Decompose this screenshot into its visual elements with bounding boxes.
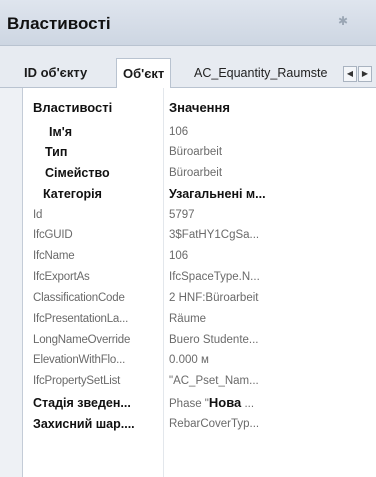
property-name: ElevationWithFlo... [33,354,126,366]
property-name: IfcPropertySetList [33,375,121,387]
header-value: Значення [169,100,230,115]
value-bold: Нова [208,395,242,410]
table-row[interactable]: IfcExportAs IfcSpaceType.N... [23,267,376,287]
tab-object[interactable]: Об'єкт [116,58,172,89]
table-row[interactable]: Ім'я 106 [23,122,376,142]
property-value: 106 [169,126,189,138]
value-suffix: ... [241,398,255,410]
property-value: IfcSpaceType.N... [169,271,260,283]
title-bar: Властивості ✱ [0,0,376,46]
property-value: 106 [169,250,189,262]
property-name: Сімейство [45,166,110,180]
property-value: Büroarbeit [169,167,223,179]
property-value: Räume [169,313,207,325]
pin-icon[interactable]: ✱ [336,14,350,28]
value-prefix: Phase " [169,398,209,410]
property-value: Büroarbeit [169,146,223,158]
header-name: Властивості [33,100,113,115]
property-name: Ім'я [49,125,72,139]
property-value: 2 HNF:Büroarbeit [169,292,259,304]
property-name: Тип [45,145,68,159]
property-value: 0.000 м [169,354,209,366]
property-value: Buero Studente... [169,334,259,346]
table-row[interactable]: Стадія зведен... Phase "Нова ... [23,393,376,413]
property-name: Захисний шар.... [33,417,135,431]
property-value: RebarCoverTyp... [169,418,260,430]
table-row[interactable]: Сімейство Büroarbeit [23,163,376,183]
grid-header-row: Властивості Значення [23,98,376,118]
table-row[interactable]: ClassificationCode 2 HNF:Büroarbeit [23,288,376,308]
property-name: IfcGUID [33,229,73,241]
property-name: IfcPresentationLa... [33,313,129,325]
table-row[interactable]: Id 5797 [23,205,376,225]
tab-object-id[interactable]: ID об'єкту [18,58,93,88]
tab-scroll-left-icon[interactable]: ◀ [343,66,357,82]
property-grid: Властивості Значення Ім'я 106 Тип Büroar… [22,88,376,477]
tab-scroll-right-icon[interactable]: ▶ [358,66,372,82]
panel-title: Властивості [7,14,111,33]
tab-strip: ID об'єкту Об'єкт AC_Equantity_Raumste ◀… [0,46,376,89]
property-value: "AC_Pset_Nam... [169,375,259,387]
table-row[interactable]: IfcPresentationLa... Räume [23,309,376,329]
property-value: Phase "Нова ... [169,393,369,414]
table-row[interactable]: IfcName 106 [23,246,376,266]
properties-panel: Властивості ✱ ID об'єкту Об'єкт AC_Equan… [0,0,376,477]
property-name: Стадія зведен... [33,396,131,410]
property-value: Узагальнені м... [169,187,266,201]
property-name: IfcName [33,250,75,262]
property-name: Категорія [43,187,102,201]
table-row[interactable]: LongNameOverride Buero Studente... [23,330,376,350]
table-row[interactable]: Захисний шар.... RebarCoverTyp... [23,414,376,434]
tab-ac-equantity[interactable]: AC_Equantity_Raumste [188,58,340,88]
property-name: IfcExportAs [33,271,90,283]
table-row[interactable]: IfcGUID 3$FatHY1CgSa... [23,225,376,245]
table-row[interactable]: Тип Büroarbeit [23,142,376,162]
property-value: 5797 [169,209,195,221]
table-row[interactable]: ElevationWithFlo... 0.000 м [23,350,376,370]
property-name: ClassificationCode [33,292,125,304]
property-name: Id [33,209,43,221]
table-row[interactable]: Категорія Узагальнені м... [23,184,376,204]
property-value: 3$FatHY1CgSa... [169,229,260,241]
property-name: LongNameOverride [33,334,131,346]
table-row[interactable]: IfcPropertySetList "AC_Pset_Nam... [23,371,376,391]
